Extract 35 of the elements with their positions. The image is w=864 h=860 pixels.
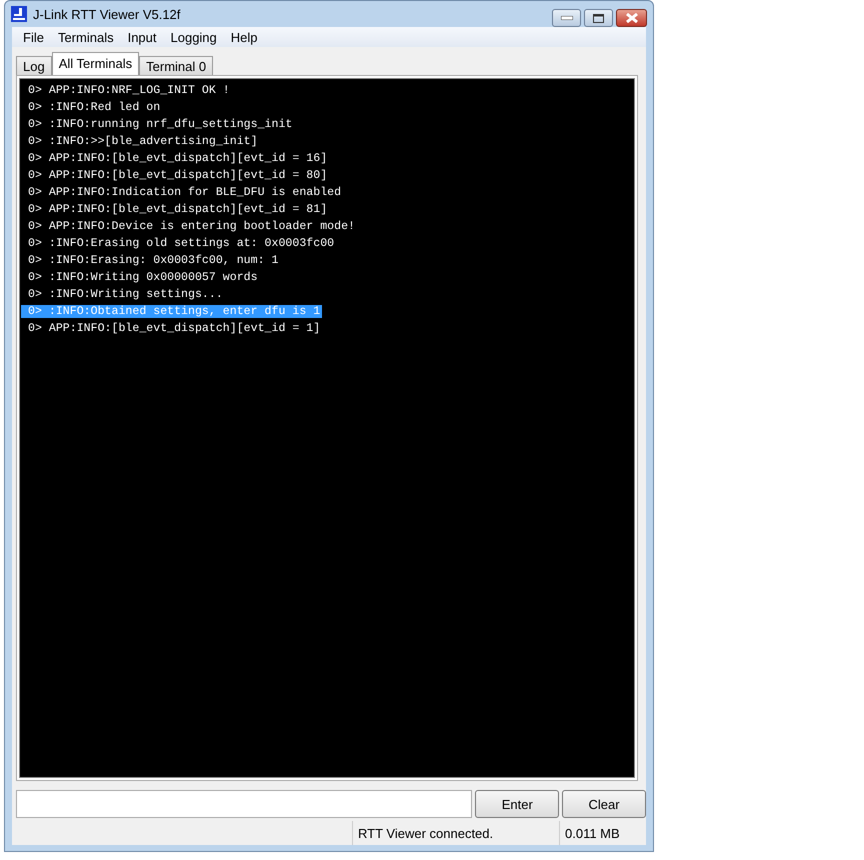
- tab[interactable]: Terminal 0: [139, 56, 214, 75]
- terminal-line: 0> :INFO:running nrf_dfu_settings_init: [27, 118, 294, 131]
- close-button[interactable]: [616, 9, 647, 27]
- status-message: RTT Viewer connected.: [352, 821, 559, 845]
- maximize-button[interactable]: [584, 9, 613, 27]
- terminal-line: 0> APP:INFO:NRF_LOG_INIT OK !: [27, 84, 231, 97]
- terminal-line: 0> :INFO:Writing 0x00000057 words: [27, 271, 259, 284]
- terminal-line: 0> :INFO:Red led on: [27, 101, 162, 114]
- maximize-icon: [593, 14, 604, 22]
- terminal-line: 0> :INFO:Erasing old settings at: 0x0003fc00: [27, 237, 336, 250]
- minimize-icon: [560, 16, 572, 20]
- menu-item[interactable]: Help: [224, 30, 265, 44]
- menu-item[interactable]: Logging: [164, 30, 224, 44]
- terminal-line: 0> APP:INFO:Device is entering bootloader mode!: [27, 220, 356, 233]
- input-field[interactable]: [16, 790, 472, 818]
- menu-item[interactable]: File: [16, 30, 51, 44]
- close-icon: [624, 13, 638, 23]
- terminal-line: 0> APP:INFO:[ble_evt_dispatch][evt_id = 16]: [27, 152, 328, 165]
- terminal-line: 0> :INFO:>>[ble_advertising_init]: [27, 135, 259, 148]
- tab[interactable]: All Terminals: [52, 52, 140, 75]
- terminal-line: 0> :INFO:Erasing: 0x0003fc00, num: 1: [27, 254, 280, 267]
- menu-item[interactable]: Terminals: [50, 30, 121, 44]
- minimize-button[interactable]: [552, 9, 581, 27]
- app-icon: [11, 6, 27, 22]
- terminal-line: 0> APP:INFO:[ble_evt_dispatch][evt_id = 80]: [27, 169, 328, 182]
- window-title: J-Link RTT Viewer V5.12f: [33, 6, 180, 22]
- terminal-line: 0> APP:INFO:[ble_evt_dispatch][evt_id = 81]: [27, 203, 328, 216]
- tab[interactable]: Log: [16, 56, 52, 75]
- command-button[interactable]: Enter: [475, 790, 560, 818]
- data-size: 0.011 MB: [559, 821, 645, 845]
- terminal-line: 0> :INFO:Writing settings...: [27, 288, 224, 301]
- menu-item[interactable]: Input: [120, 30, 164, 44]
- command-button[interactable]: Clear: [562, 790, 646, 818]
- terminal-line: 0> APP:INFO:[ble_evt_dispatch][evt_id = 1]: [27, 322, 322, 335]
- terminal-line: 0> APP:INFO:Indication for BLE_DFU is enabled: [27, 186, 342, 199]
